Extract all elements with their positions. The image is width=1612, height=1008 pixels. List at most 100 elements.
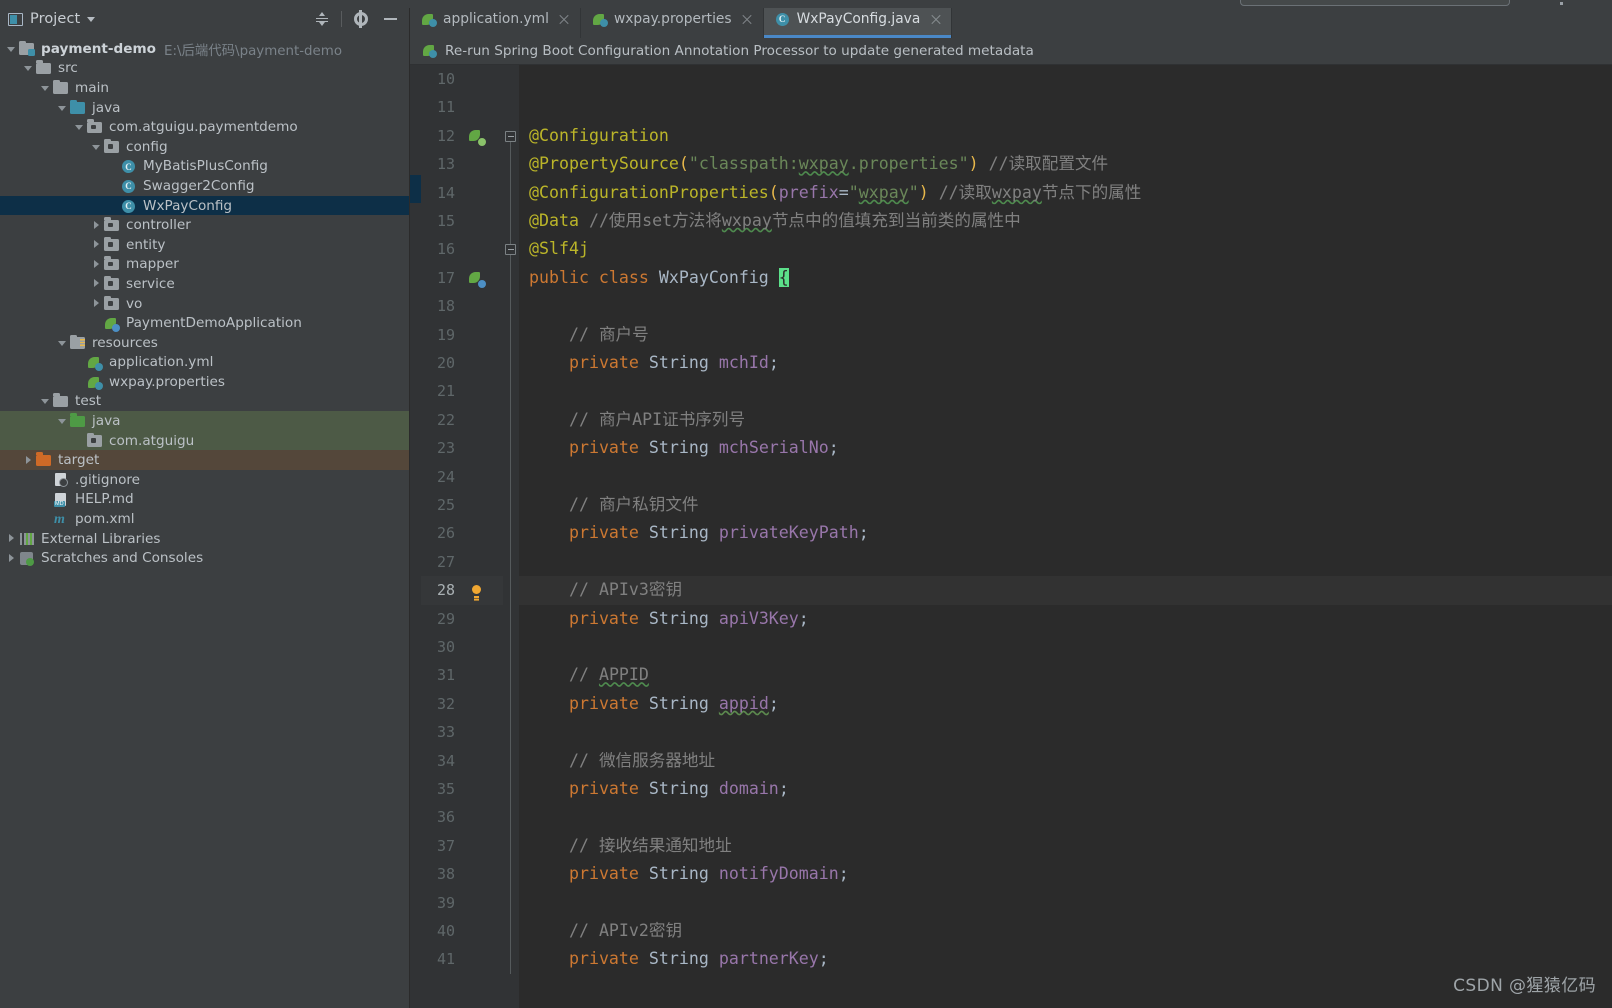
code-line-26[interactable]: private String privateKeyPath; <box>519 519 869 547</box>
chevron-right-icon[interactable] <box>91 278 102 289</box>
tree-item-controller[interactable]: controller <box>0 215 409 235</box>
chevron-down-icon[interactable] <box>23 63 34 74</box>
tree-item-com-atguigu-paymentdemo[interactable]: com.atguigu.paymentdemo <box>0 117 409 137</box>
close-icon[interactable] <box>929 13 942 26</box>
chevron-down-icon[interactable] <box>6 43 17 54</box>
code-line-19[interactable]: // 商户号 <box>519 321 649 349</box>
fold-collapse-icon[interactable] <box>505 130 516 142</box>
markdown-file-icon <box>53 492 70 507</box>
code-line-37[interactable]: // 接收结果通知地址 <box>519 832 732 860</box>
tree-item-paymentdemoapplication[interactable]: PaymentDemoApplication <box>0 313 409 333</box>
configuration-processor-notification[interactable]: Re-run Spring Boot Configuration Annotat… <box>410 38 1612 65</box>
code-line-31[interactable]: // APPID <box>519 661 649 689</box>
code-line-17[interactable]: public class WxPayConfig { <box>519 264 789 292</box>
tree-item-config[interactable]: config <box>0 137 409 157</box>
chevron-right-icon[interactable] <box>91 298 102 309</box>
tree-item-pom-xml[interactable]: m pom.xml <box>0 509 409 529</box>
tree-item-scratches-and-consoles[interactable]: Scratches and Consoles <box>0 548 409 568</box>
code-line-27[interactable] <box>519 548 529 576</box>
search-everywhere-field[interactable] <box>1240 0 1510 6</box>
fold-collapse-icon[interactable] <box>505 244 516 256</box>
annotation-gutter-strip[interactable] <box>410 65 421 1008</box>
code-line-33[interactable] <box>519 718 529 746</box>
spring-bean-config-icon[interactable] <box>465 264 487 292</box>
code-line-36[interactable] <box>519 803 529 831</box>
code-line-30[interactable] <box>519 633 529 661</box>
chevron-right-icon[interactable] <box>23 455 34 466</box>
chevron-down-icon[interactable] <box>74 122 85 133</box>
settings-button[interactable] <box>348 7 374 31</box>
code-line-18[interactable] <box>519 292 529 320</box>
notification-text: Re-run Spring Boot Configuration Annotat… <box>445 43 1034 59</box>
tree-item-src[interactable]: src <box>0 59 409 79</box>
tree-item-service[interactable]: service <box>0 274 409 294</box>
tree-item-target[interactable]: target <box>0 450 409 471</box>
tree-item-entity[interactable]: entity <box>0 235 409 255</box>
tree-item-vo[interactable]: vo <box>0 294 409 314</box>
code-line-22[interactable]: // 商户API证书序列号 <box>519 406 745 434</box>
code-line-29[interactable]: private String apiV3Key; <box>519 605 809 633</box>
code-line-16[interactable]: @Slf4j <box>519 235 589 263</box>
tree-item--gitignore[interactable]: .gitignore <box>0 470 409 490</box>
chevron-down-icon[interactable] <box>40 396 51 407</box>
code-line-38[interactable]: private String notifyDomain; <box>519 860 849 888</box>
chevron-down-icon[interactable] <box>57 102 68 113</box>
code-line-20[interactable]: private String mchId; <box>519 349 779 377</box>
tree-item-resources[interactable]: resources <box>0 333 409 353</box>
tree-item-java[interactable]: java <box>0 411 409 431</box>
code-folding-gutter[interactable] <box>503 65 519 1008</box>
tree-item-mapper[interactable]: mapper <box>0 255 409 275</box>
tree-item-application-yml[interactable]: application.yml <box>0 353 409 373</box>
code-line-32[interactable]: private String appid; <box>519 690 779 718</box>
intention-bulb-icon[interactable] <box>465 576 487 604</box>
vcs-change-marker[interactable] <box>410 174 421 203</box>
tree-item-test[interactable]: test <box>0 392 409 412</box>
tree-item-main[interactable]: main <box>0 78 409 98</box>
chevron-down-icon[interactable] <box>57 337 68 348</box>
tree-item-external-libraries[interactable]: External Libraries <box>0 529 409 549</box>
code-line-23[interactable]: private String mchSerialNo; <box>519 434 839 462</box>
code-line-10[interactable] <box>519 65 529 93</box>
chevron-down-icon[interactable] <box>87 16 96 22</box>
tree-item-payment-demo[interactable]: payment-demo E:\后端代码\payment-demo <box>0 39 409 59</box>
code-line-34[interactable]: // 微信服务器地址 <box>519 747 715 775</box>
code-line-28[interactable]: // APIv3密钥 <box>519 576 682 604</box>
hide-panel-button[interactable] <box>377 7 403 31</box>
tree-item-help-md[interactable]: HELP.md <box>0 490 409 510</box>
code-line-25[interactable]: // 商户私钥文件 <box>519 491 699 519</box>
chevron-right-icon[interactable] <box>6 553 17 564</box>
project-tree[interactable]: payment-demo E:\后端代码\payment-demo src main j… <box>0 38 409 1008</box>
code-line-15[interactable]: @Data //使用set方法将wxpay节点中的值填充到当前类的属性中 <box>519 207 1021 235</box>
code-line-14[interactable]: @ConfigurationProperties(prefix="wxpay")… <box>519 179 1141 207</box>
chevron-down-icon[interactable] <box>57 416 68 427</box>
tree-item-wxpayconfig[interactable]: C WxPayConfig <box>0 195 409 216</box>
code-line-11[interactable] <box>519 93 529 121</box>
code-line-40[interactable]: // APIv2密钥 <box>519 917 682 945</box>
tree-item-com-atguigu[interactable]: com.atguigu <box>0 430 409 451</box>
code-text-area[interactable]: @Configuration @PropertySource("classpath… <box>519 65 1612 1008</box>
code-line-13[interactable]: @PropertySource("classpath:wxpay.propert… <box>519 150 1108 178</box>
close-icon[interactable] <box>741 13 754 26</box>
code-line-24[interactable] <box>519 463 529 491</box>
code-line-41[interactable]: private String partnerKey; <box>519 945 829 973</box>
close-icon[interactable] <box>558 13 571 26</box>
chevron-right-icon[interactable] <box>91 220 102 231</box>
tree-item-wxpay-properties[interactable]: wxpay.properties <box>0 372 409 392</box>
tree-item-swagger2config[interactable]: C Swagger2Config <box>0 176 409 196</box>
chevron-right-icon[interactable] <box>6 533 17 544</box>
chevron-down-icon[interactable] <box>40 82 51 93</box>
more-options-icon[interactable] <box>1560 2 1563 5</box>
chevron-right-icon[interactable] <box>91 259 102 270</box>
tree-item-mybatisplusconfig[interactable]: C MyBatisPlusConfig <box>0 157 409 177</box>
code-line-12[interactable]: @Configuration <box>519 122 669 150</box>
code-line-21[interactable] <box>519 377 529 405</box>
code-line-39[interactable] <box>519 889 529 917</box>
spring-bean-icon[interactable] <box>465 122 487 150</box>
code-line-35[interactable]: private String domain; <box>519 775 789 803</box>
chevron-down-icon[interactable] <box>91 141 102 152</box>
chevron-right-icon[interactable] <box>91 239 102 250</box>
line-number-gutter[interactable]: 10 11 12 13 14 15 16 17 18 19 20 21 22 23 24 25 26 27 28 29… <box>421 65 503 1008</box>
tree-item-java[interactable]: java <box>0 98 409 118</box>
collapse-all-button[interactable] <box>309 7 335 31</box>
